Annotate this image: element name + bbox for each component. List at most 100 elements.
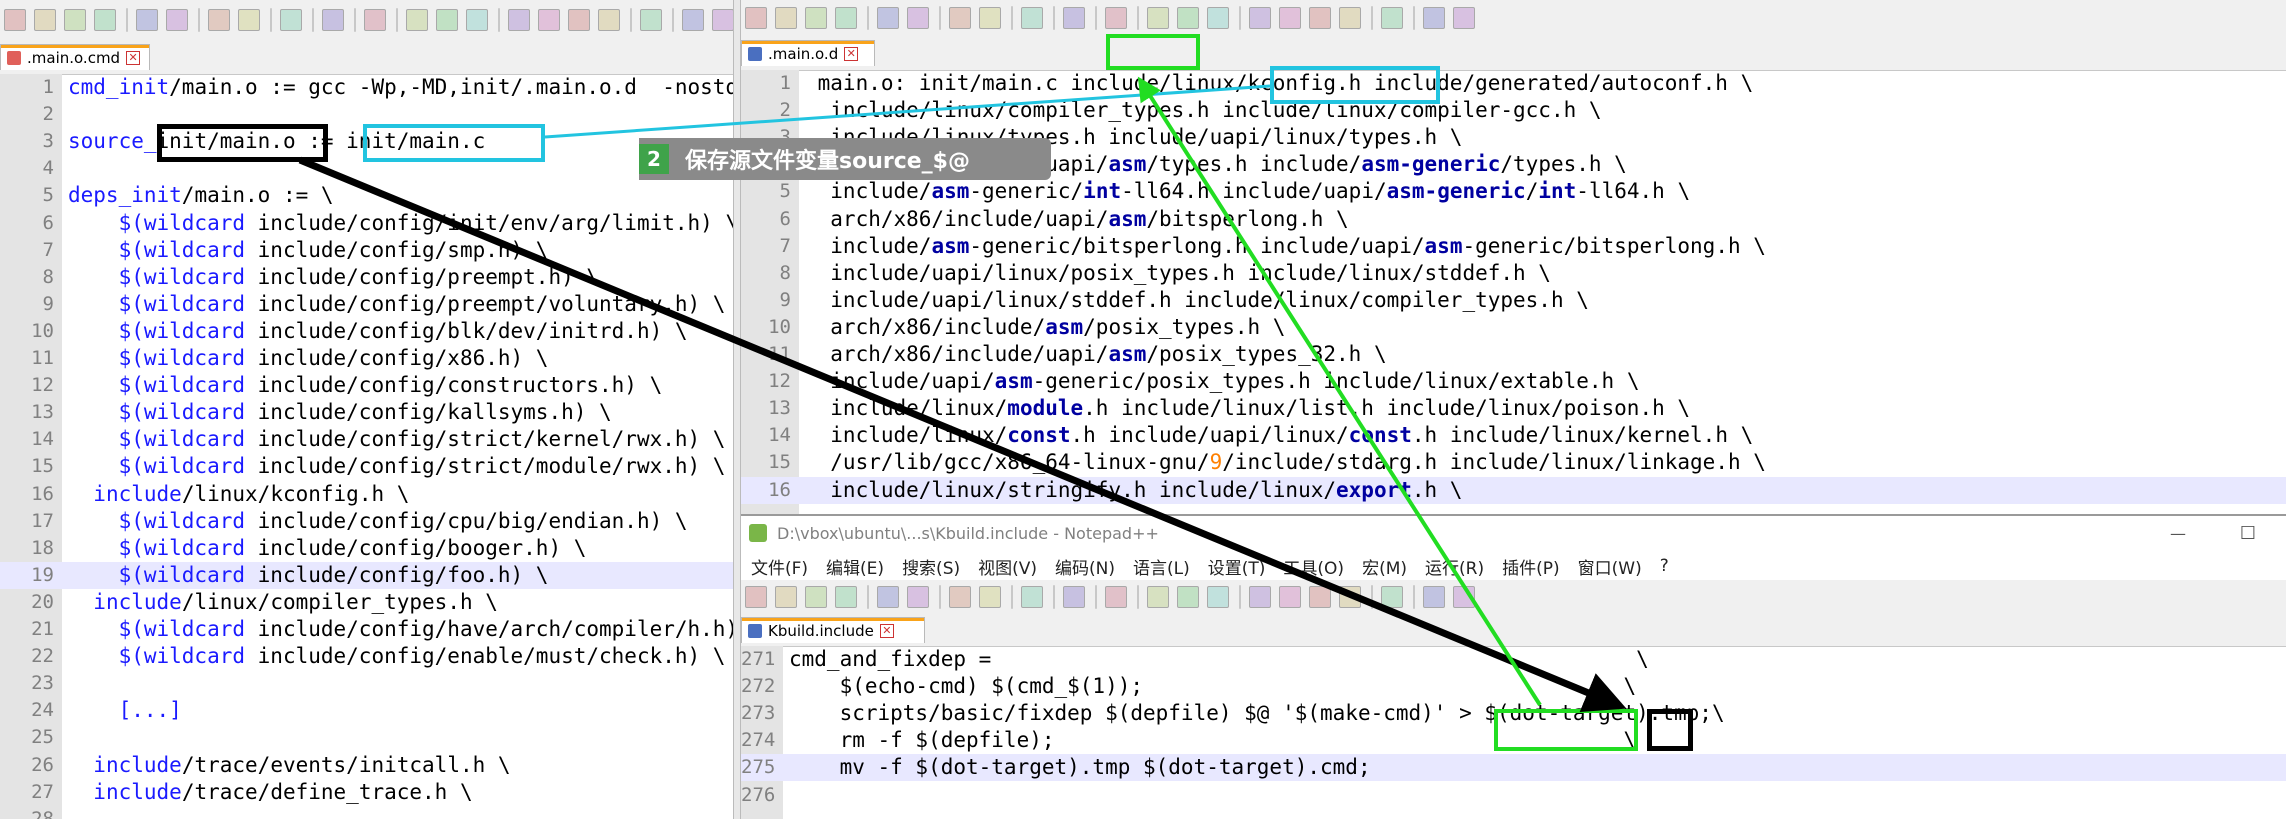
pane-divider[interactable] [733, 0, 741, 819]
toolbar-button[interactable] [949, 7, 971, 29]
toolbar-button[interactable] [436, 9, 458, 31]
toolbar-button[interactable] [1207, 7, 1229, 29]
code-token: asm [994, 369, 1033, 394]
toolbar-button[interactable] [406, 9, 428, 31]
toolbar-button[interactable] [1249, 7, 1271, 29]
toolbar-button[interactable] [1453, 586, 1475, 608]
menu-item[interactable]: 宏(M) [1362, 554, 1407, 579]
left-code-area[interactable]: 1 cmd_init/main.o := gcc -Wp,-MD,init/.ma… [0, 74, 733, 819]
menu-item[interactable]: 语言(L) [1133, 554, 1190, 579]
toolbar-button[interactable] [1105, 7, 1127, 29]
toolbar-button[interactable] [1339, 586, 1361, 608]
toolbar-button[interactable] [568, 9, 590, 31]
maximize-button[interactable]: ☐ [2240, 523, 2256, 544]
toolbar-button[interactable] [877, 586, 899, 608]
code-token: include/uapi/linux/posix_types.h include… [805, 260, 1551, 285]
menu-item[interactable]: 设置(T) [1208, 554, 1266, 579]
toolbar-button[interactable] [907, 586, 929, 608]
menu-item[interactable]: 编码(N) [1055, 554, 1115, 579]
menu-item[interactable]: 文件(F) [751, 554, 808, 579]
toolbar-button[interactable] [712, 9, 733, 31]
toolbar-button[interactable] [4, 9, 26, 31]
toolbar-button[interactable] [1021, 7, 1043, 29]
toolbar-button[interactable] [508, 9, 530, 31]
toolbar-button[interactable] [1279, 586, 1301, 608]
close-icon[interactable]: ✕ [844, 46, 859, 61]
toolbar-button[interactable] [1279, 7, 1301, 29]
toolbar-button[interactable] [34, 9, 56, 31]
tab-kbuild-include[interactable]: Kbuild.include ✕ [741, 617, 925, 643]
toolbar-button[interactable] [1309, 586, 1331, 608]
toolbar-button[interactable] [1381, 7, 1403, 29]
toolbar-button[interactable] [1309, 7, 1331, 29]
toolbar-button[interactable] [136, 9, 158, 31]
toolbar-button[interactable] [877, 7, 899, 29]
toolbar-button[interactable] [1453, 7, 1475, 29]
code-text: include/uapi/linux/stddef.h include/linu… [805, 287, 1589, 314]
toolbar-button[interactable] [1339, 7, 1361, 29]
line-number: 273 [741, 702, 776, 725]
menu-item[interactable]: 工具(O) [1283, 554, 1344, 579]
toolbar-button[interactable] [1207, 586, 1229, 608]
toolbar-button[interactable] [1105, 586, 1127, 608]
toolbar-button[interactable] [598, 9, 620, 31]
toolbar-button[interactable] [1177, 586, 1199, 608]
tab-main-o-cmd[interactable]: .main.o.cmd ✕ [0, 44, 150, 70]
toolbar-button[interactable] [1423, 7, 1445, 29]
minimize-button[interactable]: — [2170, 524, 2186, 543]
toolbar-button[interactable] [1147, 7, 1169, 29]
menu-item[interactable]: 搜索(S) [902, 554, 960, 579]
code-text: include/linux/compiler_types.h \ [68, 589, 498, 616]
toolbar-button[interactable] [1177, 7, 1199, 29]
toolbar-button[interactable] [1063, 586, 1085, 608]
toolbar-button[interactable] [775, 7, 797, 29]
toolbar-button[interactable] [1249, 586, 1271, 608]
toolbar-button[interactable] [907, 7, 929, 29]
line-number: 20 [31, 590, 54, 613]
toolbar-button[interactable] [979, 7, 1001, 29]
toolbar-button[interactable] [640, 9, 662, 31]
toolbar-button[interactable] [166, 9, 188, 31]
toolbar-button[interactable] [949, 586, 971, 608]
toolbar-button[interactable] [775, 586, 797, 608]
toolbar-button[interactable] [1021, 586, 1043, 608]
menu-item[interactable]: 插件(P) [1502, 554, 1560, 579]
toolbar-button[interactable] [835, 586, 857, 608]
toolbar-button[interactable] [1381, 586, 1403, 608]
toolbar-button[interactable] [322, 9, 344, 31]
code-text: $(wildcard include/config/preempt.h) \ [68, 264, 599, 291]
toolbar-button[interactable] [1147, 586, 1169, 608]
code-token: source_ [68, 129, 157, 154]
tab-main-o-d[interactable]: .main.o.d ✕ [741, 40, 875, 66]
toolbar-button[interactable] [538, 9, 560, 31]
menu-item[interactable]: ? [1660, 556, 1669, 576]
menu-item[interactable]: 运行(R) [1425, 554, 1484, 579]
toolbar-button[interactable] [805, 586, 827, 608]
toolbar-button[interactable] [364, 9, 386, 31]
toolbar-button[interactable] [835, 7, 857, 29]
toolbar-button[interactable] [1423, 586, 1445, 608]
toolbar-separator [354, 8, 356, 32]
right-code-area[interactable]: 1 main.o: init/main.c include/linux/kcon… [741, 70, 2286, 514]
menu-item[interactable]: 视图(V) [978, 554, 1037, 579]
toolbar-button[interactable] [745, 7, 767, 29]
line-number: 23 [31, 672, 54, 695]
toolbar-button[interactable] [979, 586, 1001, 608]
toolbar-button[interactable] [208, 9, 230, 31]
toolbar-button[interactable] [64, 9, 86, 31]
toolbar-button[interactable] [466, 9, 488, 31]
toolbar-button[interactable] [238, 9, 260, 31]
menu-item[interactable]: 窗口(W) [1578, 554, 1642, 579]
menu-item[interactable]: 编辑(E) [826, 554, 884, 579]
toolbar-button[interactable] [805, 7, 827, 29]
close-icon[interactable]: ✕ [879, 623, 894, 638]
close-icon[interactable]: ✕ [126, 50, 141, 65]
code-token: asm [1045, 314, 1084, 339]
toolbar-button[interactable] [745, 586, 767, 608]
code-text: include/linux/compiler_types.h include/l… [805, 97, 1601, 124]
toolbar-button[interactable] [280, 9, 302, 31]
toolbar-button[interactable] [682, 9, 704, 31]
active-tab-indicator [1, 45, 149, 48]
toolbar-button[interactable] [94, 9, 116, 31]
toolbar-button[interactable] [1063, 7, 1085, 29]
